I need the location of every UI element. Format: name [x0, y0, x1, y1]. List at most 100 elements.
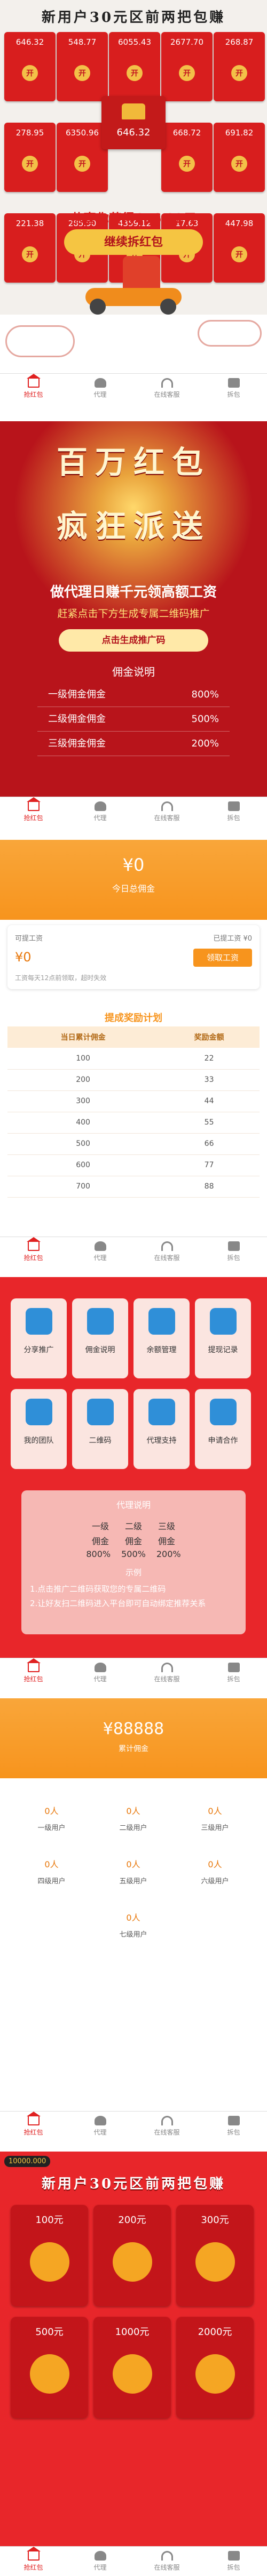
- tab-redpacket[interactable]: 抢红包: [0, 1658, 67, 1688]
- tab-agent[interactable]: 代理: [67, 2112, 134, 2141]
- tab-service[interactable]: 在线客服: [134, 797, 200, 826]
- tab-bar: 抢红包 代理 在线客服 拆包: [0, 1658, 267, 1688]
- room-card[interactable]: 2000元: [176, 2317, 254, 2418]
- claim-wage-button[interactable]: 领取工资: [193, 949, 252, 967]
- tab-pack[interactable]: 拆包: [200, 374, 267, 403]
- tab-service[interactable]: 在线客服: [134, 2112, 200, 2141]
- envelope[interactable]: 548.77 开: [57, 32, 108, 101]
- tab-pack[interactable]: 拆包: [200, 1237, 267, 1266]
- cell-commission: 300: [76, 1097, 90, 1105]
- withdraw-label: 可提工资: [15, 935, 43, 943]
- envelope[interactable]: 691.82 开: [214, 123, 265, 192]
- tab-pack[interactable]: 拆包: [200, 2547, 267, 2576]
- home-icon: [26, 2547, 41, 2561]
- envelope[interactable]: 278.95 开: [4, 123, 56, 192]
- commission-label: 一级佣金佣金: [48, 689, 106, 700]
- tab-agent[interactable]: 代理: [67, 1658, 134, 1688]
- cloud-decoration: [5, 325, 75, 357]
- headset-icon: [161, 801, 173, 811]
- tab-pack[interactable]: 拆包: [200, 797, 267, 826]
- agent-tile[interactable]: 二维码: [72, 1389, 128, 1469]
- tab-service[interactable]: 在线客服: [134, 374, 200, 403]
- tab-bar: 抢红包 代理 在线客服 拆包: [0, 1237, 267, 1266]
- center-amount: 646.32: [116, 127, 151, 138]
- agent-tile[interactable]: 佣金说明: [72, 1298, 128, 1378]
- envelope[interactable]: 6350.96 开: [57, 123, 108, 192]
- tile-icon: [148, 1399, 175, 1425]
- tab-redpacket[interactable]: 抢红包: [0, 2547, 67, 2576]
- team-total-label: 累计佣金: [119, 1745, 148, 1753]
- slogan: 做代理日赚千元领高额工资: [50, 584, 217, 600]
- envelope-seal: 开: [74, 65, 90, 81]
- agent-tile[interactable]: 申请合作: [195, 1389, 251, 1469]
- room-label: 2000元: [198, 2326, 232, 2338]
- agent-tile[interactable]: 余额管理: [134, 1298, 190, 1378]
- tab-agent[interactable]: 代理: [67, 2547, 134, 2576]
- tab-agent[interactable]: 代理: [67, 797, 134, 826]
- tile-icon: [210, 1308, 237, 1335]
- envelope[interactable]: 668.72 开: [161, 123, 213, 192]
- agent-tile[interactable]: 代理支持: [134, 1389, 190, 1469]
- cloud-decoration: [198, 320, 262, 347]
- room-scooter-icon: [195, 2354, 235, 2394]
- envelope[interactable]: 2677.70 开: [161, 32, 213, 101]
- tab-service[interactable]: 在线客服: [134, 1658, 200, 1688]
- continue-button[interactable]: 继续拆红包: [64, 229, 203, 255]
- tile-label: 佣金说明: [85, 1346, 115, 1354]
- room-card[interactable]: 300元: [176, 2205, 254, 2306]
- cell-reward: 33: [204, 1076, 214, 1084]
- tab-agent[interactable]: 代理: [67, 1237, 134, 1266]
- user-icon: [94, 801, 106, 811]
- team-count: 0人: [208, 1859, 222, 1869]
- cell-commission: 600: [76, 1161, 90, 1169]
- envelope-amount: 668.72: [172, 128, 201, 138]
- col-header-commission: 当日累计佣金: [60, 1033, 106, 1042]
- tab-service[interactable]: 在线客服: [134, 1237, 200, 1266]
- room-card[interactable]: 200元: [93, 2205, 171, 2306]
- screen-red-envelope: 新用户30元区前两把包赚 646.32 开 548.77 开 6055.43 开 2677.…: [0, 0, 267, 416]
- tab-redpacket[interactable]: 抢红包: [0, 1237, 67, 1266]
- agent-tile[interactable]: 我的团队: [11, 1389, 67, 1469]
- table-row: 600 77: [7, 1154, 260, 1176]
- commission-rate: 500%: [191, 713, 219, 725]
- agent-tile[interactable]: 分享推广: [11, 1298, 67, 1378]
- cell-commission: 700: [76, 1182, 90, 1191]
- tab-redpacket[interactable]: 抢红包: [0, 374, 67, 403]
- room-scooter-icon: [195, 2242, 235, 2282]
- room-card[interactable]: 500元: [11, 2317, 88, 2418]
- center-envelope[interactable]: 646.32: [101, 96, 166, 149]
- team-cell: 0人三级用户: [174, 1800, 256, 1842]
- cell-reward: 77: [204, 1161, 214, 1169]
- room-card[interactable]: 1000元: [93, 2317, 171, 2418]
- tab-pack[interactable]: 拆包: [200, 2112, 267, 2141]
- room-card[interactable]: 100元: [11, 2205, 88, 2306]
- envelope-seal: 开: [231, 156, 247, 172]
- screen-agent-menu: 分享推广 佣金说明 余额管理 提现记录 我的团队 二维码 代理支持 申请合作 代理说明 一级 …: [0, 1277, 267, 1688]
- reward-table: 当日累计佣金 奖励金额 100 22 200 33 300 44 400 55 500 66 600…: [7, 1026, 260, 1198]
- sheet-title: 代理说明: [116, 1500, 151, 1510]
- team-count: 0人: [126, 1913, 140, 1923]
- team-level-label: 三级用户: [201, 1824, 229, 1832]
- envelope[interactable]: 268.87 开: [214, 32, 265, 101]
- envelope[interactable]: 6055.43 开: [109, 32, 160, 101]
- rule-1: 1.点击推广二维码获取您的专属二维码: [30, 1584, 166, 1594]
- home-icon: [26, 797, 41, 811]
- tab-service[interactable]: 在线客服: [134, 2547, 200, 2576]
- envelope[interactable]: 646.32 开: [4, 32, 56, 101]
- level-2: 二级: [124, 1521, 142, 1531]
- generate-code-button[interactable]: 点击生成推广码: [59, 629, 208, 652]
- rule-2: 2.让好友扫二维码进入平台即可自动绑定推荐关系: [30, 1599, 206, 1608]
- tile-label: 我的团队: [23, 1437, 54, 1445]
- bag-icon: [227, 1241, 240, 1251]
- tab-pack[interactable]: 拆包: [200, 1658, 267, 1688]
- tab-agent[interactable]: 代理: [67, 374, 134, 403]
- team-level-label: 二级用户: [119, 1824, 147, 1832]
- home-icon: [26, 374, 41, 388]
- level-3-label: 佣金: [158, 1536, 176, 1546]
- agent-tile[interactable]: 提现记录: [195, 1298, 251, 1378]
- team-count: 0人: [208, 1806, 222, 1816]
- tab-redpacket[interactable]: 抢红包: [0, 2112, 67, 2141]
- tab-redpacket[interactable]: 抢红包: [0, 797, 67, 826]
- rooms-title: 新用户30元区前两把包赚: [41, 2176, 226, 2192]
- room-label: 100元: [35, 2214, 64, 2226]
